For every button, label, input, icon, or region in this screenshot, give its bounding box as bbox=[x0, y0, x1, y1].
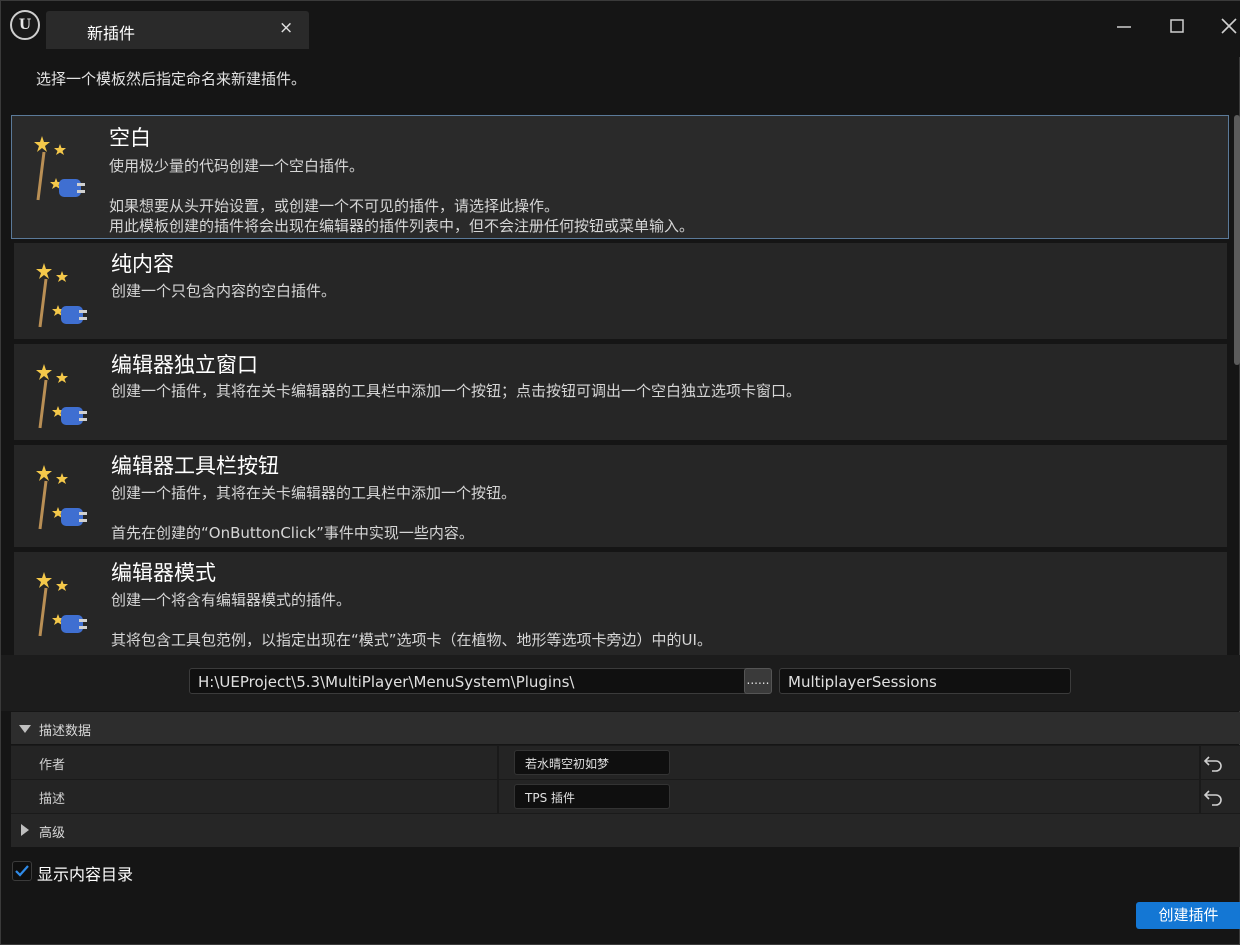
author-field[interactable]: 若水晴空初如梦 bbox=[514, 750, 670, 775]
plugin-wand-icon bbox=[36, 572, 87, 637]
close-icon bbox=[1221, 18, 1237, 34]
template-description: 使用极少量的代码创建一个空白插件。 如果想要从头开始设置，或创建一个不可见的插件… bbox=[109, 157, 695, 235]
new-plugin-window: U 新插件 × 选择一个模板然后指定命名来新建插件。 空白 使用极少量的代码创建… bbox=[0, 0, 1240, 945]
plugin-path-row: H:\UEProject\5.3\MultiPlayer\MenuSystem\… bbox=[1, 655, 1240, 711]
template-description: 创建一个将含有编辑器模式的插件。 其将包含工具包范例，以指定出现在“模式”选项卡… bbox=[111, 591, 712, 649]
show-content-directory-label: 显示内容目录 bbox=[37, 865, 134, 884]
tab-new-plugin[interactable]: 新插件 × bbox=[46, 11, 309, 49]
instructions-text: 选择一个模板然后指定命名来新建插件。 bbox=[36, 70, 307, 88]
maximize-button[interactable] bbox=[1159, 11, 1195, 41]
property-label: 作者 bbox=[39, 758, 66, 773]
template-item-blank[interactable]: 空白 使用极少量的代码创建一个空白插件。 如果想要从头开始设置，或创建一个不可见… bbox=[11, 115, 1229, 239]
template-item-content-only[interactable]: 纯内容 创建一个只包含内容的空白插件。 bbox=[14, 243, 1227, 339]
show-content-directory-checkbox[interactable] bbox=[12, 861, 32, 881]
property-label: 描述 bbox=[39, 792, 66, 807]
advanced-section-header[interactable]: 高级 bbox=[11, 813, 1240, 847]
template-item-editor-standalone-window[interactable]: 编辑器独立窗口 创建一个插件，其将在关卡编辑器的工具栏中添加一个按钮；点击按钮可… bbox=[14, 344, 1227, 440]
template-title: 编辑器工具栏按钮 bbox=[111, 454, 279, 478]
maximize-icon bbox=[1170, 19, 1184, 33]
chevron-right-icon bbox=[21, 824, 29, 836]
template-title: 编辑器独立窗口 bbox=[111, 353, 258, 377]
browse-directory-button[interactable]: ...... bbox=[744, 668, 772, 694]
property-row-description: 描述 TPS 插件 bbox=[11, 779, 1240, 813]
section-title: 高级 bbox=[39, 826, 66, 841]
checkmark-icon bbox=[15, 865, 29, 877]
descriptor-data-section-header[interactable]: 描述数据 bbox=[11, 712, 1240, 744]
template-list: 空白 使用极少量的代码创建一个空白插件。 如果想要从头开始设置，或创建一个不可见… bbox=[11, 113, 1229, 655]
property-row-author: 作者 若水晴空初如梦 bbox=[11, 745, 1240, 779]
template-title: 空白 bbox=[109, 126, 151, 150]
plugin-name-input[interactable]: MultiplayerSessions bbox=[779, 668, 1071, 694]
column-divider bbox=[1199, 780, 1201, 813]
template-description: 创建一个插件，其将在关卡编辑器的工具栏中添加一个按钮；点击按钮可调出一个空白独立… bbox=[111, 382, 802, 400]
minimize-icon bbox=[1117, 26, 1131, 28]
template-title: 编辑器模式 bbox=[111, 561, 216, 585]
template-item-editor-toolbar-button[interactable]: 编辑器工具栏按钮 创建一个插件，其将在关卡编辑器的工具栏中添加一个按钮。 首先在… bbox=[14, 445, 1227, 547]
reset-arrow-icon[interactable] bbox=[1203, 787, 1225, 807]
plugin-wand-icon bbox=[36, 263, 87, 328]
section-title: 描述数据 bbox=[39, 724, 92, 739]
chevron-down-icon bbox=[19, 725, 31, 733]
plugin-wand-icon bbox=[36, 465, 87, 530]
unreal-logo-icon: U bbox=[10, 10, 40, 40]
minimize-button[interactable] bbox=[1106, 11, 1142, 41]
plugin-wand-icon bbox=[36, 364, 87, 429]
title-bar[interactable]: U 新插件 × bbox=[1, 1, 1240, 57]
column-divider bbox=[1199, 746, 1201, 779]
template-item-editor-mode[interactable]: 编辑器模式 创建一个将含有编辑器模式的插件。 其将包含工具包范例，以指定出现在“… bbox=[14, 552, 1227, 655]
create-plugin-button[interactable]: 创建插件 bbox=[1136, 902, 1240, 929]
template-description: 创建一个只包含内容的空白插件。 bbox=[111, 282, 337, 300]
plugin-wand-icon bbox=[34, 136, 85, 201]
tab-close-icon[interactable]: × bbox=[279, 18, 293, 38]
column-divider[interactable] bbox=[497, 780, 499, 813]
template-list-scrollbar[interactable] bbox=[1234, 115, 1240, 365]
template-title: 纯内容 bbox=[111, 252, 174, 276]
template-description: 创建一个插件，其将在关卡编辑器的工具栏中添加一个按钮。 首先在创建的“OnBut… bbox=[111, 484, 517, 542]
plugin-directory-input[interactable]: H:\UEProject\5.3\MultiPlayer\MenuSystem\… bbox=[189, 668, 771, 694]
description-field[interactable]: TPS 插件 bbox=[514, 784, 670, 809]
window-close-button[interactable] bbox=[1211, 11, 1240, 41]
reset-arrow-icon[interactable] bbox=[1203, 753, 1225, 773]
column-divider[interactable] bbox=[497, 746, 499, 779]
tab-title: 新插件 bbox=[87, 24, 136, 43]
